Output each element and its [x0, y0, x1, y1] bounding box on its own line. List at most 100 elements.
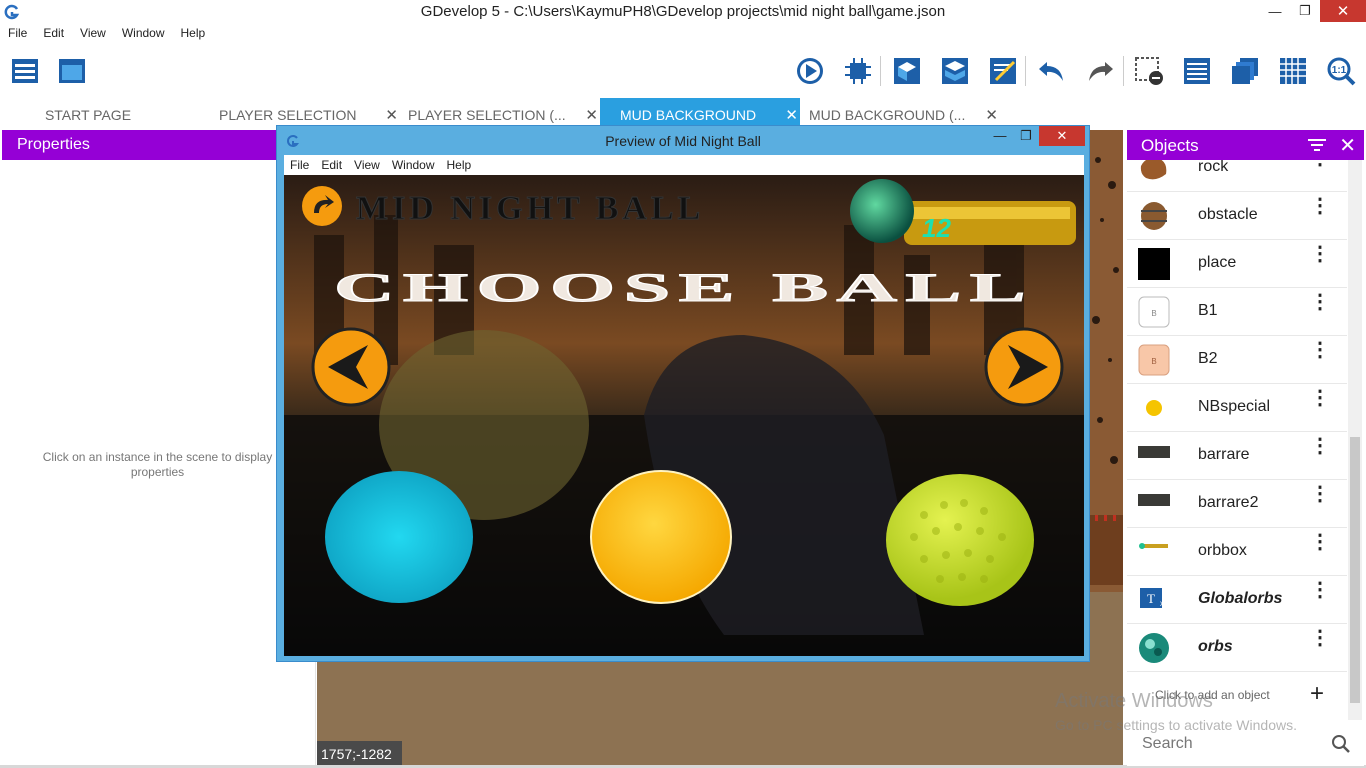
- objects-header: Objects ✕: [1127, 130, 1364, 160]
- tab-close-icon[interactable]: ✕: [785, 106, 798, 124]
- more-options-icon[interactable]: ⋮: [1310, 196, 1330, 216]
- project-manager-icon[interactable]: [10, 56, 40, 86]
- menu-edit[interactable]: Edit: [35, 24, 72, 42]
- properties-header: Properties: [2, 130, 316, 160]
- object-name: barrare2: [1198, 494, 1259, 511]
- cursor-coordinates: 1757;-1282: [317, 741, 402, 767]
- game-canvas[interactable]: MID NIGHT BALL 12 CHOOSE BALL: [284, 175, 1084, 656]
- tab-start-page[interactable]: START PAGE: [0, 98, 176, 130]
- grid-icon[interactable]: [1278, 56, 1308, 86]
- undo-icon[interactable]: [1037, 56, 1067, 86]
- objects-scrollbar-thumb[interactable]: [1350, 437, 1360, 703]
- button-b2-icon: B: [1138, 344, 1170, 376]
- preview-menu-bar: File Edit View Window Help: [284, 155, 1084, 175]
- cyan-ball-option[interactable]: [325, 471, 473, 603]
- back-button-icon[interactable]: [302, 186, 342, 226]
- search-icon[interactable]: [1331, 734, 1351, 754]
- object-editor-icon[interactable]: [892, 56, 922, 86]
- instances-list-icon[interactable]: [1182, 56, 1212, 86]
- list-item-barrare[interactable]: barrare ⋮: [1127, 432, 1347, 480]
- rock-icon: [1140, 160, 1167, 180]
- search-input[interactable]: Search: [1142, 735, 1193, 753]
- start-page-icon[interactable]: [57, 56, 87, 86]
- previous-arrow-button[interactable]: [311, 327, 391, 407]
- tab-close-icon[interactable]: ✕: [585, 106, 598, 124]
- menu-view[interactable]: View: [72, 24, 114, 42]
- object-name: place: [1198, 254, 1237, 271]
- zoom-reset-icon[interactable]: 1:1: [1326, 56, 1356, 86]
- orb-icon: [850, 179, 914, 243]
- object-name: obstacle: [1198, 206, 1258, 223]
- add-icon[interactable]: +: [1310, 680, 1324, 708]
- minimize-button[interactable]: —: [1260, 0, 1290, 22]
- list-item-place[interactable]: place ⋮: [1127, 240, 1347, 288]
- toolbar: 1:1: [0, 44, 1366, 96]
- objects-title: Objects: [1141, 136, 1199, 155]
- tab-close-icon[interactable]: ✕: [385, 106, 398, 124]
- preview-window[interactable]: Preview of Mid Night Ball — ❐ ✕ File Edi…: [276, 125, 1090, 662]
- more-options-icon[interactable]: ⋮: [1310, 388, 1330, 408]
- object-groups-icon[interactable]: [940, 56, 970, 86]
- filter-icon[interactable]: [1308, 137, 1326, 153]
- more-options-icon[interactable]: ⋮: [1310, 484, 1330, 504]
- next-arrow-button[interactable]: [984, 327, 1064, 407]
- more-options-icon[interactable]: ⋮: [1310, 292, 1330, 312]
- more-options-icon[interactable]: ⋮: [1310, 580, 1330, 600]
- list-item-globalorbs[interactable]: Tx Globalorbs ⋮: [1127, 576, 1347, 624]
- object-name: rock: [1198, 160, 1229, 175]
- object-name: NBspecial: [1198, 398, 1271, 415]
- list-item-orbbox[interactable]: orbbox ⋮: [1127, 528, 1347, 576]
- preview-menu-window[interactable]: Window: [386, 155, 441, 175]
- delete-instance-icon[interactable]: [1134, 56, 1164, 86]
- tab-close-icon[interactable]: ✕: [985, 106, 998, 124]
- more-options-icon[interactable]: ⋮: [1310, 160, 1330, 168]
- object-name: B1: [1198, 302, 1218, 319]
- properties-hint: Click on an instance in the scene to dis…: [42, 450, 273, 479]
- green-ball-option[interactable]: [886, 474, 1034, 606]
- svg-text:x: x: [1160, 599, 1164, 608]
- more-options-icon[interactable]: ⋮: [1310, 532, 1330, 552]
- more-options-icon[interactable]: ⋮: [1310, 244, 1330, 264]
- close-panel-icon[interactable]: ✕: [1339, 133, 1356, 158]
- preview-close-button[interactable]: ✕: [1039, 126, 1085, 146]
- preview-maximize-button[interactable]: ❐: [1013, 126, 1039, 146]
- watermark-line1: Activate Windows: [1055, 690, 1213, 712]
- yellow-ball-option[interactable]: [590, 470, 732, 604]
- preview-menu-view[interactable]: View: [348, 155, 386, 175]
- toolbar-separator: [1025, 56, 1026, 86]
- text-object-icon: Tx: [1140, 588, 1164, 608]
- close-button[interactable]: ✕: [1320, 0, 1366, 22]
- black-square-icon: [1138, 248, 1170, 280]
- layers-icon[interactable]: [1230, 56, 1260, 86]
- debugger-icon[interactable]: [843, 56, 873, 86]
- redo-icon[interactable]: [1085, 56, 1115, 86]
- bar-icon: [1138, 494, 1170, 506]
- preview-play-icon[interactable]: [795, 56, 825, 86]
- more-options-icon[interactable]: ⋮: [1310, 436, 1330, 456]
- menu-file[interactable]: File: [0, 24, 35, 42]
- object-name: orbbox: [1198, 542, 1247, 559]
- list-item-rock[interactable]: rock ⋮: [1127, 160, 1347, 192]
- menu-help[interactable]: Help: [173, 24, 214, 42]
- tab-label: START PAGE: [44, 107, 132, 123]
- maximize-button[interactable]: ❐: [1290, 0, 1320, 22]
- list-item-nbspecial[interactable]: NBspecial ⋮: [1127, 384, 1347, 432]
- preview-menu-edit[interactable]: Edit: [315, 155, 348, 175]
- list-item-b2[interactable]: B B2 ⋮: [1127, 336, 1347, 384]
- more-options-icon[interactable]: ⋮: [1310, 340, 1330, 360]
- menu-window[interactable]: Window: [114, 24, 173, 42]
- svg-text:1:1: 1:1: [1332, 65, 1347, 76]
- more-options-icon[interactable]: ⋮: [1310, 628, 1330, 648]
- object-name: barrare: [1198, 446, 1250, 463]
- list-item-barrare2[interactable]: barrare2 ⋮: [1127, 480, 1347, 528]
- list-item-b1[interactable]: B B1 ⋮: [1127, 288, 1347, 336]
- barrel-icon: [1141, 202, 1167, 230]
- preview-menu-file[interactable]: File: [284, 155, 315, 175]
- list-item-orbs[interactable]: orbs ⋮: [1127, 624, 1347, 672]
- preview-menu-help[interactable]: Help: [441, 155, 478, 175]
- preview-minimize-button[interactable]: —: [987, 126, 1013, 146]
- properties-editor-icon[interactable]: [988, 56, 1018, 86]
- preview-title-bar[interactable]: Preview of Mid Night Ball — ❐ ✕: [277, 126, 1089, 154]
- activate-windows-watermark: Activate Windows Go to PC settings to ac…: [1055, 690, 1297, 733]
- list-item-obstacle[interactable]: obstacle ⋮: [1127, 192, 1347, 240]
